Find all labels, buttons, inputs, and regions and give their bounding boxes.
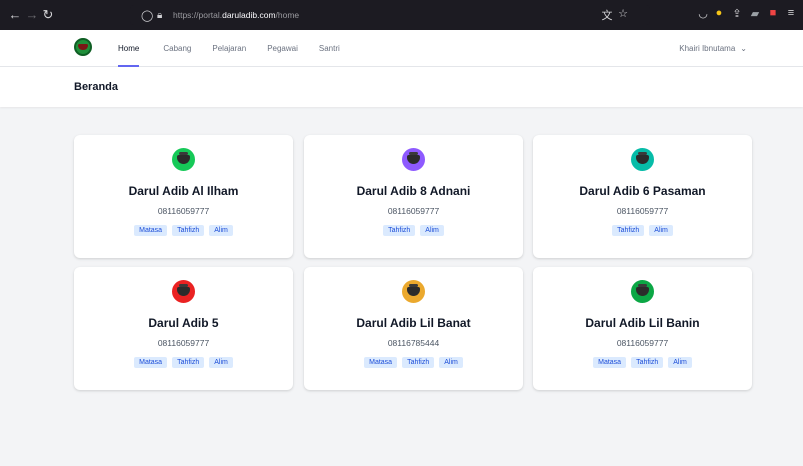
branch-logo	[631, 148, 654, 171]
tag-badge: Alim	[668, 357, 692, 368]
branch-logo	[172, 280, 195, 303]
back-arrow-icon[interactable]: ←	[7, 7, 23, 22]
branch-name: Darul Adib Al Ilham	[128, 184, 239, 198]
nav-cabang[interactable]: Cabang	[163, 30, 191, 67]
branch-logo	[631, 280, 654, 303]
url-prefix: https://portal.	[173, 10, 223, 20]
logo[interactable]	[74, 38, 92, 56]
page-title: Beranda	[74, 81, 119, 93]
tag-list: Matasa Tahfizh Alim	[304, 357, 523, 368]
tag-badge: Alim	[209, 357, 233, 368]
tag-badge: Matasa	[134, 357, 168, 368]
tag-badge: Tahfizh	[172, 225, 205, 236]
user-menu[interactable]: Khairi Ibnutama ⌄	[679, 30, 747, 67]
branch-name: Darul Adib 6 Pasaman	[579, 184, 706, 198]
tag-badge: Tahfizh	[631, 357, 664, 368]
branch-card[interactable]: Darul Adib 5 08116059777 Matasa Tahfizh …	[74, 267, 293, 390]
branch-phone: 08116785444	[387, 338, 440, 348]
branch-card[interactable]: Darul Adib Lil Banin 08116059777 Matasa …	[533, 267, 752, 390]
share-icon[interactable]: ⇪	[730, 7, 744, 20]
menu-icon[interactable]: ≡	[784, 7, 798, 19]
branch-phone: 08116059777	[157, 206, 210, 216]
extension-icon[interactable]: ▰	[748, 7, 762, 20]
address-bar[interactable]: ◯ 🔒︎ https://portal.daruladib.com/home	[130, 5, 650, 25]
page-header: Beranda	[0, 67, 803, 107]
forward-arrow-icon[interactable]: →	[24, 7, 40, 22]
branch-logo	[172, 148, 195, 171]
branch-name: Darul Adib Lil Banin	[585, 316, 700, 330]
branch-card[interactable]: Darul Adib 8 Adnani 08116059777 Tahfizh …	[304, 135, 523, 258]
branch-phone: 08116059777	[616, 206, 669, 216]
tag-badge: Matasa	[364, 357, 398, 368]
main-nav: Home Cabang Pelajaran Pegawai Santri	[118, 30, 340, 67]
app-header: Home Cabang Pelajaran Pegawai Santri Kha…	[0, 30, 803, 67]
tag-list: Tahfizh Alim	[533, 225, 752, 236]
tag-list: Matasa Tahfizh Alim	[533, 357, 752, 368]
browser-toolbar: ← → ↻ ◯ 🔒︎ https://portal.daruladib.com/…	[0, 0, 803, 30]
branch-phone: 08116059777	[157, 338, 210, 348]
branch-card[interactable]: Darul Adib Al Ilham 08116059777 Matasa T…	[74, 135, 293, 258]
lock-icon: 🔒︎	[157, 9, 163, 21]
branch-logo	[402, 280, 425, 303]
translate-icon[interactable]: 文	[600, 7, 614, 23]
user-name: Khairi Ibnutama	[679, 44, 736, 53]
nav-pelajaran[interactable]: Pelajaran	[212, 30, 246, 67]
pocket-icon[interactable]: ◡	[696, 7, 710, 20]
tag-list: Matasa Tahfizh Alim	[74, 357, 293, 368]
tag-badge: Alim	[420, 225, 444, 236]
branch-phone: 08116059777	[387, 206, 440, 216]
nav-home[interactable]: Home	[118, 30, 140, 67]
chevron-down-icon: ⌄	[740, 44, 747, 53]
tag-badge: Alim	[439, 357, 463, 368]
branch-phone: 08116059777	[616, 338, 669, 348]
branch-logo	[402, 148, 425, 171]
branch-name: Darul Adib 8 Adnani	[356, 184, 471, 198]
nav-pegawai[interactable]: Pegawai	[267, 30, 298, 67]
branch-card[interactable]: Darul Adib Lil Banat 08116785444 Matasa …	[304, 267, 523, 390]
branch-name: Darul Adib Lil Banat	[356, 316, 471, 330]
tag-badge: Alim	[209, 225, 233, 236]
tag-badge: Tahfizh	[402, 357, 435, 368]
tag-badge: Tahfizh	[383, 225, 416, 236]
extension-icon[interactable]: ●	[712, 7, 726, 19]
branch-card[interactable]: Darul Adib 6 Pasaman 08116059777 Tahfizh…	[533, 135, 752, 258]
tag-list: Tahfizh Alim	[304, 225, 523, 236]
tag-badge: Matasa	[134, 225, 168, 236]
tag-badge: Tahfizh	[612, 225, 645, 236]
bookmark-star-icon[interactable]: ☆	[616, 7, 630, 20]
tag-list: Matasa Tahfizh Alim	[74, 225, 293, 236]
tag-badge: Tahfizh	[172, 357, 205, 368]
shield-icon: ◯	[141, 9, 154, 22]
reload-icon[interactable]: ↻	[40, 7, 56, 23]
tag-badge: Alim	[649, 225, 673, 236]
url-path: /home	[275, 10, 300, 20]
url-text: https://portal.daruladib.com/home	[173, 10, 299, 20]
branch-name: Darul Adib 5	[148, 316, 219, 330]
tag-badge: Matasa	[593, 357, 627, 368]
nav-santri[interactable]: Santri	[319, 30, 340, 67]
url-domain: daruladib.com	[222, 10, 276, 20]
extension-icon[interactable]: ■	[766, 7, 780, 19]
